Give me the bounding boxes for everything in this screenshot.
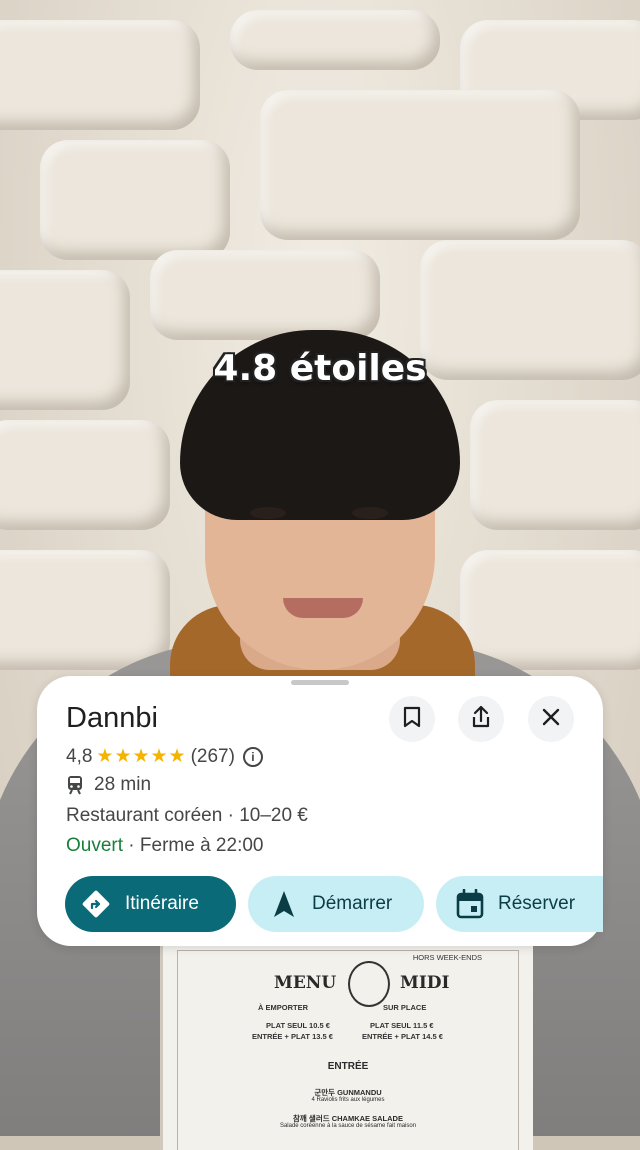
menu-price-row: ENTRÉE + PLAT 14.5 €: [362, 1032, 443, 1041]
menu-left-title: MENU: [274, 973, 337, 993]
menu-emporter: À EMPORTER: [258, 1003, 309, 1012]
calendar-icon: [456, 889, 484, 919]
closing-time: · Ferme à 22:00: [123, 835, 264, 856]
reserve-button[interactable]: Réserver: [436, 876, 603, 932]
place-card[interactable]: Dannbi 4,8 ★★★★★ (267) i 28 min Restaura…: [37, 676, 603, 946]
navigation-arrow-icon: [272, 890, 296, 918]
start-button[interactable]: Démarrer: [248, 876, 424, 932]
rating-row[interactable]: 4,8 ★★★★★ (267) i: [66, 745, 263, 768]
rating-value: 4,8: [66, 745, 93, 767]
video-caption: 4.8 étoiles: [213, 348, 427, 389]
category-price: Restaurant coréen · 10–20 €: [66, 805, 308, 826]
open-status: Ouvert: [66, 835, 124, 856]
menu-price-row: PLAT SEUL 11.5 €: [370, 1021, 434, 1030]
menu-paper: HORS WEEK-ENDS MENU MIDI À EMPORTER SUR …: [160, 940, 533, 1150]
share-button[interactable]: [458, 696, 504, 742]
menu-item-desc: 4 Raviolis frits aux légumes: [311, 1097, 385, 1103]
review-count: (267): [190, 745, 235, 767]
menu-hors-weekends: HORS WEEK-ENDS: [412, 953, 482, 962]
close-button[interactable]: [528, 696, 574, 742]
start-label: Démarrer: [312, 893, 393, 914]
menu-right-title: MIDI: [400, 973, 450, 993]
share-icon: [471, 705, 491, 734]
menu-price-row: PLAT SEUL 10.5 €: [266, 1021, 330, 1030]
drag-handle[interactable]: [291, 680, 349, 685]
place-name: Dannbi: [66, 702, 158, 734]
menu-item-desc: Salade coréenne à la sauce de sésame fai…: [279, 1123, 417, 1129]
transit-time: 28 min: [94, 774, 152, 795]
directions-label: Itinéraire: [125, 893, 199, 914]
bookmark-icon: [403, 706, 421, 733]
directions-button[interactable]: Itinéraire: [65, 876, 236, 932]
train-icon: [66, 775, 84, 795]
hours-row: Ouvert · Ferme à 22:00: [66, 835, 263, 857]
directions-icon: [81, 889, 111, 919]
info-icon[interactable]: i: [242, 746, 263, 767]
close-icon: [542, 708, 560, 731]
menu-section-entree: ENTRÉE: [327, 1061, 369, 1072]
menu-sur-place: SUR PLACE: [383, 1003, 427, 1012]
transit-row: 28 min: [66, 774, 151, 796]
menu-price-row: ENTRÉE + PLAT 13.5 €: [252, 1032, 333, 1041]
save-button[interactable]: [389, 696, 435, 742]
rating-stars: ★★★★★: [96, 746, 187, 767]
menu-logo: [348, 961, 390, 1007]
reserve-label: Réserver: [498, 893, 576, 914]
